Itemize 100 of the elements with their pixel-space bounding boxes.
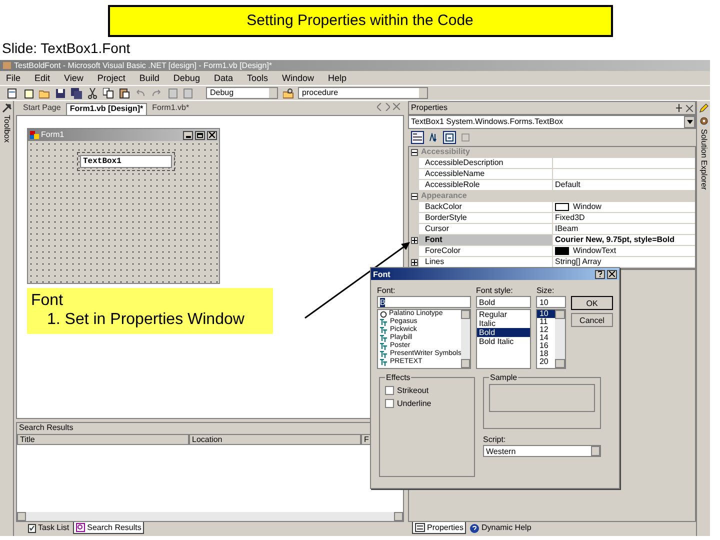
property-value[interactable]: Default (555, 180, 580, 190)
save-icon[interactable] (54, 87, 66, 99)
toolbox-strip[interactable]: Toolbox (0, 101, 14, 536)
script-dropdown[interactable]: Western (483, 445, 601, 457)
input-field[interactable]: Bold (476, 296, 532, 308)
column-header[interactable]: Title (17, 434, 189, 445)
textbox[interactable]: TextBox1 (80, 155, 172, 168)
categorized-button[interactable] (411, 131, 424, 144)
menu-item[interactable]: Window (282, 73, 314, 83)
list-item[interactable]: 12 (537, 326, 555, 334)
help-button[interactable] (595, 270, 605, 278)
property-value[interactable]: Window (573, 202, 602, 212)
panel-tab[interactable]: Properties (412, 522, 466, 534)
menu-item[interactable]: Help (328, 73, 347, 83)
menu-item[interactable]: Build (139, 73, 160, 83)
expander-icon[interactable] (410, 258, 418, 266)
maximize-button[interactable] (195, 130, 205, 140)
property-value[interactable]: Fixed3D (555, 213, 585, 223)
new-project-icon[interactable] (6, 87, 18, 99)
find-icon[interactable] (282, 87, 294, 99)
close-icon[interactable] (686, 104, 693, 112)
input-field[interactable]: 10 (536, 296, 566, 308)
cut-icon[interactable] (86, 87, 98, 99)
dialog-button[interactable]: OK (571, 296, 613, 310)
checkbox-label: Strikeout (397, 386, 429, 395)
panel-title: Search Results (18, 423, 74, 434)
property-name[interactable]: Font (419, 235, 553, 245)
expander-icon[interactable] (410, 236, 418, 244)
add-item-icon[interactable] (22, 87, 34, 99)
list-item[interactable]: Regular (477, 310, 530, 319)
menu-item[interactable]: Data (214, 73, 233, 83)
slide-subtitle: Slide: TextBox1.Font (2, 39, 132, 57)
scroll-right-icon[interactable] (385, 103, 390, 111)
minimize-button[interactable] (183, 130, 193, 140)
list-item[interactable]: 16 (537, 342, 555, 350)
callout-text: 1. Set in Properties Window (46, 310, 246, 329)
checkbox-label: Underline (397, 399, 432, 408)
close-icon[interactable] (393, 103, 400, 110)
menu-item[interactable]: Tools (246, 73, 268, 83)
column-header[interactable]: Location (189, 434, 361, 445)
field-label: Font style: (476, 286, 514, 296)
configuration-dropdown[interactable]: Debug (206, 87, 278, 99)
checkbox[interactable] (385, 386, 394, 395)
document-tab[interactable]: Form1.vb [Design]* (66, 103, 148, 115)
property-value[interactable]: WindowText (573, 246, 616, 256)
paste-icon[interactable] (118, 87, 130, 99)
panel-tab[interactable]: Search Results (73, 522, 144, 534)
close-button[interactable] (207, 130, 217, 140)
list-item[interactable]: Bold Italic (477, 337, 530, 346)
properties-button[interactable] (443, 131, 456, 144)
list-item[interactable]: 10 (537, 310, 555, 318)
menu-item[interactable]: Debug (173, 73, 200, 83)
property-value[interactable]: IBeam (555, 224, 578, 234)
horizontal-scrollbar[interactable] (17, 512, 403, 521)
menu-item[interactable]: File (6, 73, 21, 83)
scroll-left-icon[interactable] (377, 103, 382, 111)
panel-tab[interactable]: Task List (26, 522, 72, 534)
expander-icon[interactable] (410, 148, 418, 156)
document-tab[interactable]: Form1.vb* (149, 103, 192, 115)
list-item[interactable]: 14 (537, 334, 555, 342)
field-label: Script: (483, 435, 507, 445)
dialog-button[interactable]: Cancel (571, 313, 613, 327)
slide-banner: Setting Properties within the Code (108, 5, 612, 37)
property-value[interactable]: Courier New, 9.75pt, style=Bold (555, 235, 675, 245)
panel-tab[interactable]: Dynamic Help (468, 522, 534, 534)
property-value[interactable]: String[] Array (555, 257, 602, 267)
pencil-icon (698, 103, 708, 113)
list-item[interactable]: Bold (477, 328, 530, 337)
list-item[interactable]: 11 (537, 318, 555, 326)
vertical-scrollbar[interactable] (555, 310, 565, 368)
field-label: Size: (536, 286, 556, 296)
save-all-icon[interactable] (70, 87, 82, 99)
input-field[interactable]: B (377, 296, 471, 308)
pin-icon[interactable] (675, 104, 683, 112)
find-dropdown[interactable]: procedure (298, 87, 428, 99)
panel-title: Properties (411, 103, 448, 113)
checklist-icon (28, 524, 36, 532)
callout-heading: Font (31, 291, 64, 310)
group-title: Effects (385, 373, 412, 382)
menu-item[interactable]: Edit (34, 73, 50, 83)
expander-icon[interactable] (410, 192, 418, 200)
list-item[interactable]: Italic (477, 319, 530, 328)
copy-icon[interactable] (102, 87, 114, 99)
category-label: Accessibility (420, 147, 471, 157)
list-item[interactable]: 18 (537, 350, 555, 358)
strip-label: Solution Explorer (698, 129, 708, 190)
menu-item[interactable]: Project (97, 73, 126, 83)
menu-item[interactable]: View (64, 73, 84, 83)
list-item[interactable]: 20 (537, 358, 555, 366)
dialog-title: Font (373, 270, 392, 278)
document-tab[interactable]: Start Page (20, 103, 64, 115)
properties-icon (415, 523, 425, 532)
solution-explorer-strip[interactable]: Solution Explorer (696, 101, 710, 536)
search-results-icon (76, 523, 86, 532)
form-title: Form1 (41, 130, 66, 140)
o-icon (380, 310, 387, 318)
close-button[interactable] (607, 270, 617, 278)
vertical-scrollbar[interactable] (461, 310, 470, 368)
group-title: Sample (489, 373, 518, 382)
checkbox[interactable] (385, 399, 394, 408)
